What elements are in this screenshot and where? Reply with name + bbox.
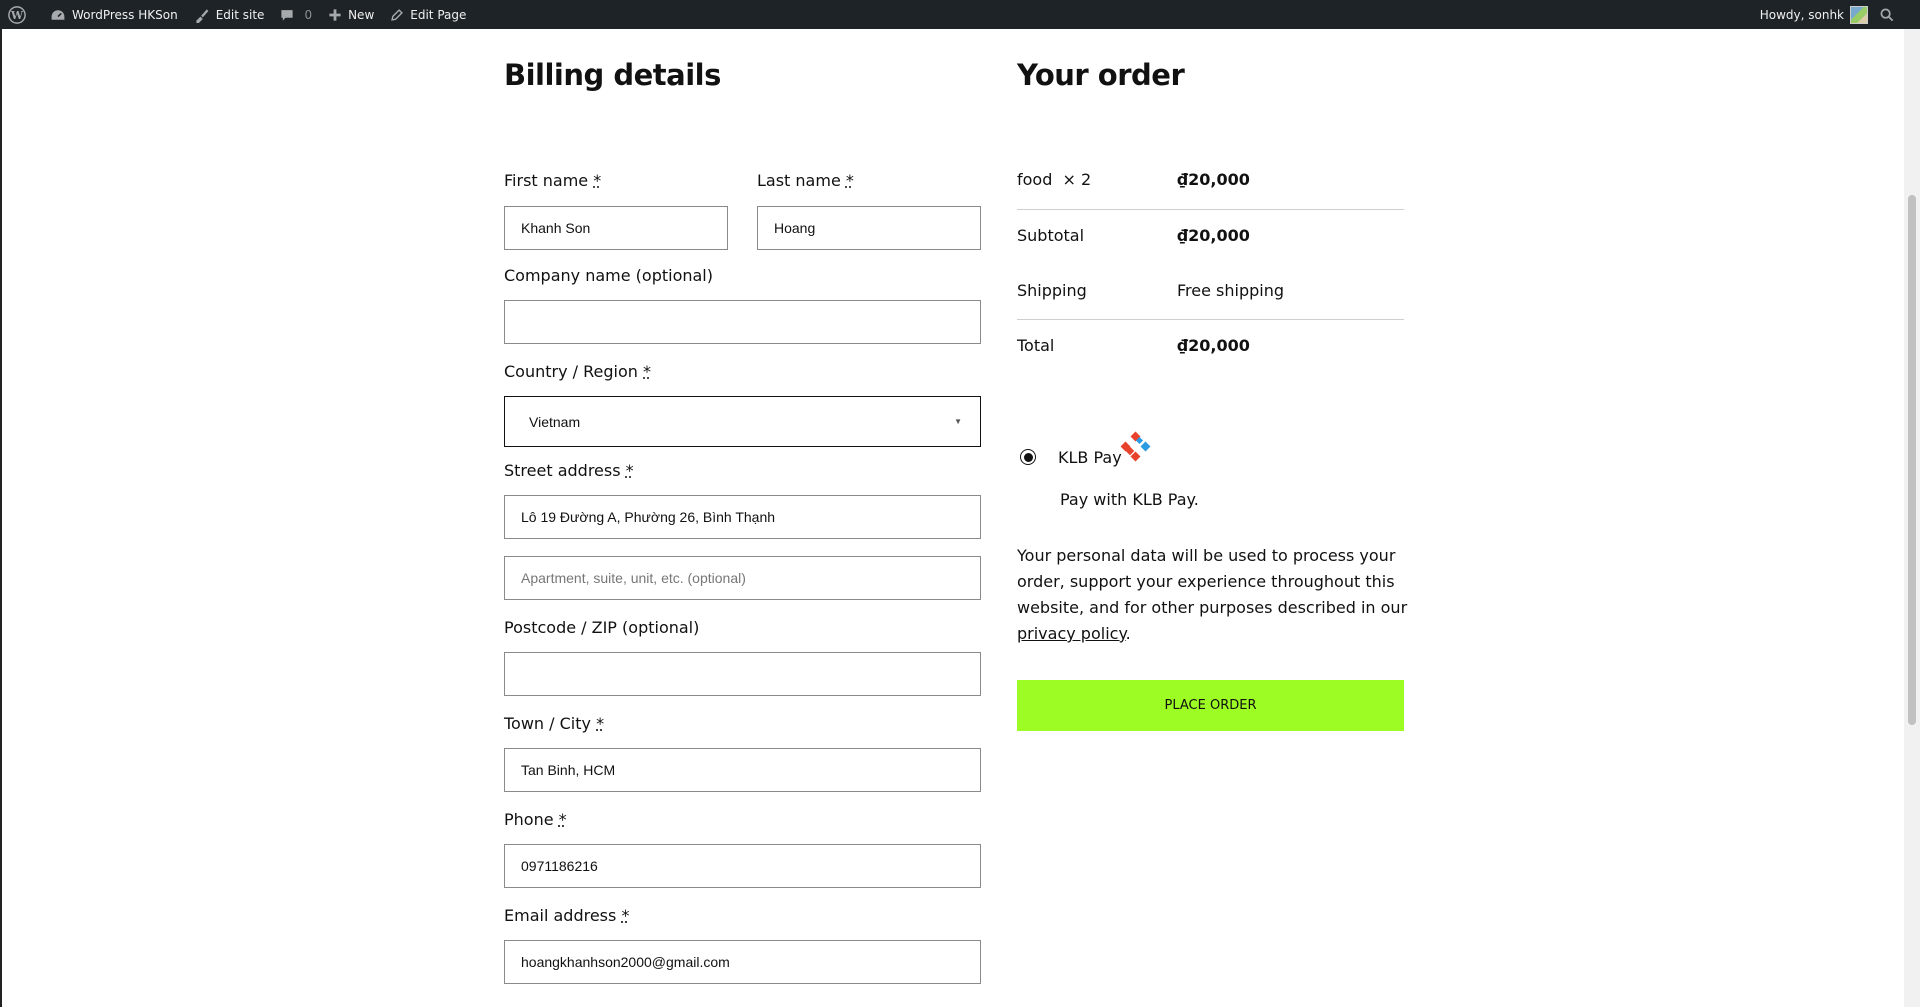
klb-pay-description: Pay with KLB Pay.	[1060, 490, 1199, 509]
apartment-input[interactable]: Apartment, suite, unit, etc. (optional)	[504, 556, 981, 600]
subtotal-label: Subtotal	[1017, 226, 1085, 245]
city-input[interactable]: Tan Binh, HCM	[504, 748, 981, 792]
first-name-label: First name *	[504, 171, 602, 190]
privacy-notice: Your personal data will be used to proce…	[1017, 546, 1408, 643]
edit-page-link[interactable]: Edit Page	[382, 0, 474, 29]
last-name-input[interactable]: Hoang	[757, 206, 981, 250]
first-name-input[interactable]: Khanh Son	[504, 206, 728, 250]
edit-page-label: Edit Page	[410, 7, 467, 22]
edit-site-label: Edit site	[215, 7, 265, 22]
left-edge	[0, 29, 2, 1007]
new-label: New	[348, 7, 375, 22]
total-label: Total	[1017, 336, 1055, 355]
svg-text:W: W	[10, 9, 24, 22]
subtotal-value: ₫20,000	[1177, 226, 1250, 245]
wordpress-logo-icon[interactable]: W	[0, 0, 42, 29]
howdy-text: Howdy, sonhk	[1759, 7, 1844, 22]
postcode-input[interactable]	[504, 652, 981, 696]
comments-link[interactable]: 0	[272, 0, 320, 29]
dashboard-icon	[51, 9, 65, 20]
edit-site-link[interactable]: Edit site	[186, 0, 273, 29]
shipping-row: Shipping Free shipping	[1017, 281, 1404, 300]
klb-pay-logo-icon	[1120, 431, 1151, 462]
phone-label: Phone *	[504, 810, 567, 829]
divider	[1017, 209, 1404, 210]
divider	[1017, 319, 1404, 320]
admin-bar: W WordPress HKSon Edit site 0 New Edit P…	[0, 0, 1920, 29]
street-address-input[interactable]: Lô 19 Đường A, Phường 26, Bình Thạnh	[504, 495, 981, 539]
chevron-down-icon: ▼	[954, 417, 962, 426]
order-item-name: food	[1017, 170, 1053, 189]
postcode-label: Postcode / ZIP (optional)	[504, 618, 700, 637]
order-item-price: ₫20,000	[1177, 170, 1250, 189]
comments-count: 0	[304, 7, 313, 22]
pencil-icon	[391, 8, 404, 21]
avatar	[1850, 5, 1868, 24]
country-value: Vietnam	[529, 413, 581, 430]
country-select[interactable]: Vietnam ▼	[504, 396, 981, 447]
city-label: Town / City *	[504, 714, 605, 733]
your-order-heading: Your order	[1017, 58, 1185, 92]
place-order-button[interactable]: PLACE ORDER	[1017, 680, 1404, 731]
site-name: WordPress HKSon	[72, 7, 178, 22]
subtotal-row: Subtotal ₫20,000	[1017, 226, 1404, 245]
site-name-link[interactable]: WordPress HKSon	[42, 0, 186, 29]
company-input[interactable]	[504, 300, 981, 344]
klb-pay-label[interactable]: KLB Pay	[1058, 448, 1122, 467]
email-label: Email address *	[504, 906, 630, 925]
new-content-link[interactable]: New	[320, 0, 382, 29]
email-input[interactable]: hoangkhanhson2000@gmail.com	[504, 940, 981, 984]
scrollbar-thumb[interactable]	[1908, 195, 1916, 725]
search-icon[interactable]	[1872, 0, 1920, 29]
my-account-menu[interactable]: Howdy, sonhk	[1752, 0, 1872, 29]
order-item-row: food × 2 ₫20,000	[1017, 170, 1404, 189]
shipping-value: Free shipping	[1177, 281, 1285, 300]
klb-pay-radio[interactable]	[1020, 449, 1036, 465]
total-value: ₫20,000	[1177, 336, 1250, 355]
phone-input[interactable]: 0971186216	[504, 844, 981, 888]
total-row: Total ₫20,000	[1017, 336, 1404, 355]
last-name-label: Last name *	[757, 171, 854, 190]
country-label: Country / Region *	[504, 362, 651, 381]
company-label: Company name (optional)	[504, 266, 713, 285]
billing-details-heading: Billing details	[504, 58, 721, 92]
comment-icon	[281, 9, 294, 21]
plus-icon	[329, 8, 341, 21]
order-item-qty: × 2	[1062, 170, 1092, 189]
privacy-policy-link[interactable]: privacy policy	[1017, 624, 1126, 643]
brush-icon	[196, 8, 209, 23]
scrollbar[interactable]	[1904, 29, 1920, 1007]
street-address-label: Street address *	[504, 461, 634, 480]
shipping-label: Shipping	[1017, 281, 1087, 300]
